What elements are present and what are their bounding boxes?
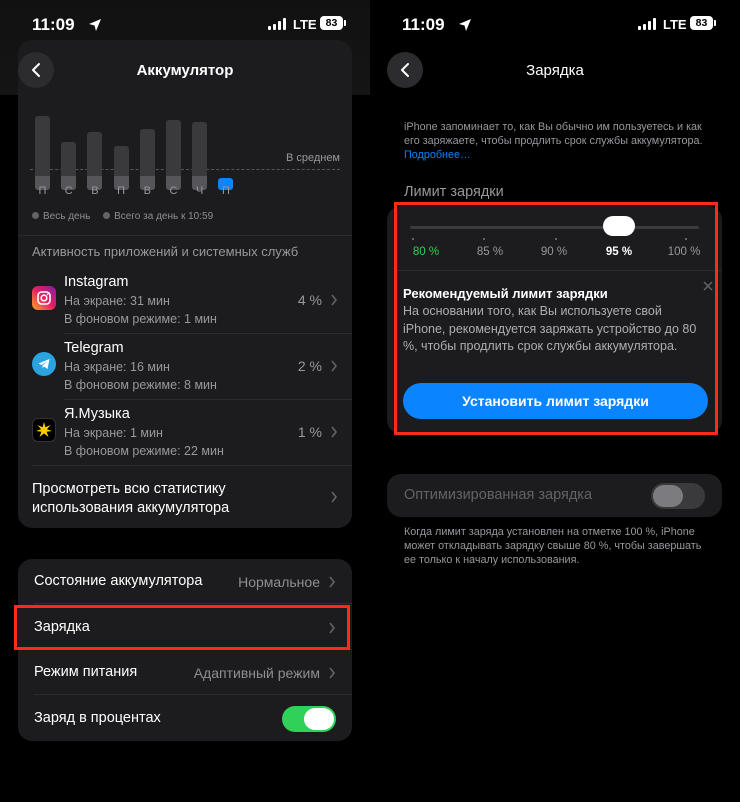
chevron-right-icon xyxy=(331,491,338,503)
intro-body: iPhone запоминает то, как Вы обычно им п… xyxy=(404,121,703,147)
battery-health-row[interactable]: Состояние аккумулятора Нормальное xyxy=(18,559,352,604)
app-screen-time: На экране: 31 мин xyxy=(64,294,170,308)
chevron-right-icon xyxy=(331,294,338,306)
chart-bar-1[interactable] xyxy=(61,142,77,190)
divider xyxy=(32,465,352,466)
legend-total: Всего за день к 10:59 xyxy=(114,211,214,222)
learn-more-link[interactable]: Подробнее… xyxy=(404,149,471,161)
divider xyxy=(34,603,352,604)
section-header: Активность приложений и системных служб xyxy=(32,244,299,259)
chevron-right-icon xyxy=(331,426,338,438)
app-percent: 1 % xyxy=(297,424,322,440)
battery-icon: 83 xyxy=(320,16,346,30)
network-label: LTE xyxy=(663,17,687,32)
battery-screen: 11:09 LTE 83 Аккумулятор В среднем ПСВПВ… xyxy=(0,0,370,802)
chart-day-label: П xyxy=(221,185,230,197)
location-arrow-icon xyxy=(459,19,471,31)
app-row-yandex-music[interactable]: Я.Музыка На экране: 1 мин В фоновом режи… xyxy=(18,400,352,466)
setting-value: Адаптивный режим xyxy=(193,665,320,681)
charging-screen: 11:09 LTE 83 Зарядка iPhone запоминает т… xyxy=(370,0,740,802)
page-title: Аккумулятор xyxy=(136,62,234,79)
app-name: Instagram xyxy=(64,274,129,290)
chevron-right-icon xyxy=(329,576,336,588)
chart-bar-3[interactable] xyxy=(113,146,129,190)
app-name: Telegram xyxy=(64,340,124,356)
intro-text: iPhone запоминает то, как Вы обычно им п… xyxy=(404,120,714,162)
view-all-stats-line: использования аккумулятора xyxy=(32,500,230,516)
optimized-note: Когда лимит заряда установлен на отметке… xyxy=(404,526,702,566)
telegram-icon xyxy=(32,352,56,376)
chart-day-label: В xyxy=(91,185,99,197)
status-time: 11:09 xyxy=(402,15,445,34)
settings-card: Состояние аккумулятора Нормальное Зарядк… xyxy=(18,559,352,741)
average-line xyxy=(30,169,340,170)
setting-label: Режим питания xyxy=(34,664,138,680)
network-label: LTE xyxy=(293,17,317,32)
yandex-music-icon xyxy=(32,418,56,442)
chart-day-label: П xyxy=(38,185,47,197)
app-background-time: В фоновом режиме: 1 мин xyxy=(64,312,217,326)
app-background-time: В фоновом режиме: 8 мин xyxy=(64,378,217,392)
app-screen-time: На экране: 1 мин xyxy=(64,426,163,440)
app-percent: 4 % xyxy=(297,292,322,308)
chart-day-label: С xyxy=(169,185,178,197)
instagram-icon xyxy=(32,286,56,310)
chart-day-label: П xyxy=(117,185,126,197)
setting-label: Состояние аккумулятора xyxy=(34,573,203,589)
usage-chart: В среднем П С В П В С Ч П xyxy=(30,92,340,202)
app-row-telegram[interactable]: Telegram На экране: 16 мин В фоновом реж… xyxy=(18,334,352,400)
chart-day-label: Ч xyxy=(196,185,204,197)
legend-dot xyxy=(32,212,39,219)
chart-bar-6[interactable] xyxy=(192,122,208,190)
chart-day-label: В xyxy=(143,185,151,197)
legend-dot xyxy=(103,212,111,219)
view-all-stats-line: Просмотреть всю статистику xyxy=(32,481,226,497)
status-bar: 11:09 LTE 83 xyxy=(370,12,740,38)
signal-icon xyxy=(268,18,286,30)
divider xyxy=(34,694,352,695)
signal-icon xyxy=(638,18,656,30)
app-name: Я.Музыка xyxy=(64,406,130,422)
chevron-right-icon xyxy=(331,360,338,372)
app-background-time: В фоновом режиме: 22 мин xyxy=(64,444,224,458)
setting-value: Нормальное xyxy=(238,574,320,590)
optimized-charging-row: Оптимизированная зарядка xyxy=(387,474,722,517)
app-percent: 2 % xyxy=(297,358,322,374)
highlight-box xyxy=(394,202,718,435)
status-bar: 11:09 LTE 83 xyxy=(0,12,370,38)
limit-header: Лимит зарядки xyxy=(404,184,504,200)
chart-bar-4[interactable] xyxy=(139,129,155,190)
optimized-charging-toggle[interactable] xyxy=(651,483,705,509)
location-arrow-icon xyxy=(89,19,101,31)
chart-bar-5[interactable] xyxy=(166,119,181,190)
battery-percentage-toggle[interactable] xyxy=(282,706,336,732)
app-row-instagram[interactable]: Instagram На экране: 31 мин В фоновом ре… xyxy=(18,268,352,334)
setting-label: Заряд в процентах xyxy=(34,710,161,726)
optimized-charging-label: Оптимизированная зарядка xyxy=(404,487,593,503)
battery-icon: 83 xyxy=(690,16,716,30)
highlight-box xyxy=(14,605,350,650)
page-title: Зарядка xyxy=(526,62,584,79)
app-screen-time: На экране: 16 мин xyxy=(64,360,170,374)
chart-legend: Весь день Всего за день к 10:59 xyxy=(32,211,213,222)
status-time: 11:09 xyxy=(32,15,75,34)
legend-all-day: Весь день xyxy=(43,211,91,222)
view-all-stats-link[interactable]: Просмотреть всю статистику использования… xyxy=(32,480,229,518)
battery-percentage-row: Заряд в процентах xyxy=(18,696,352,741)
divider xyxy=(18,235,352,236)
chevron-right-icon xyxy=(329,667,336,679)
chart-bar-2[interactable] xyxy=(87,132,103,190)
average-label: В среднем xyxy=(285,152,340,164)
power-mode-row[interactable]: Режим питания Адаптивный режим xyxy=(18,650,352,695)
chart-bar-0[interactable] xyxy=(35,116,50,190)
chart-day-label: С xyxy=(64,185,73,197)
